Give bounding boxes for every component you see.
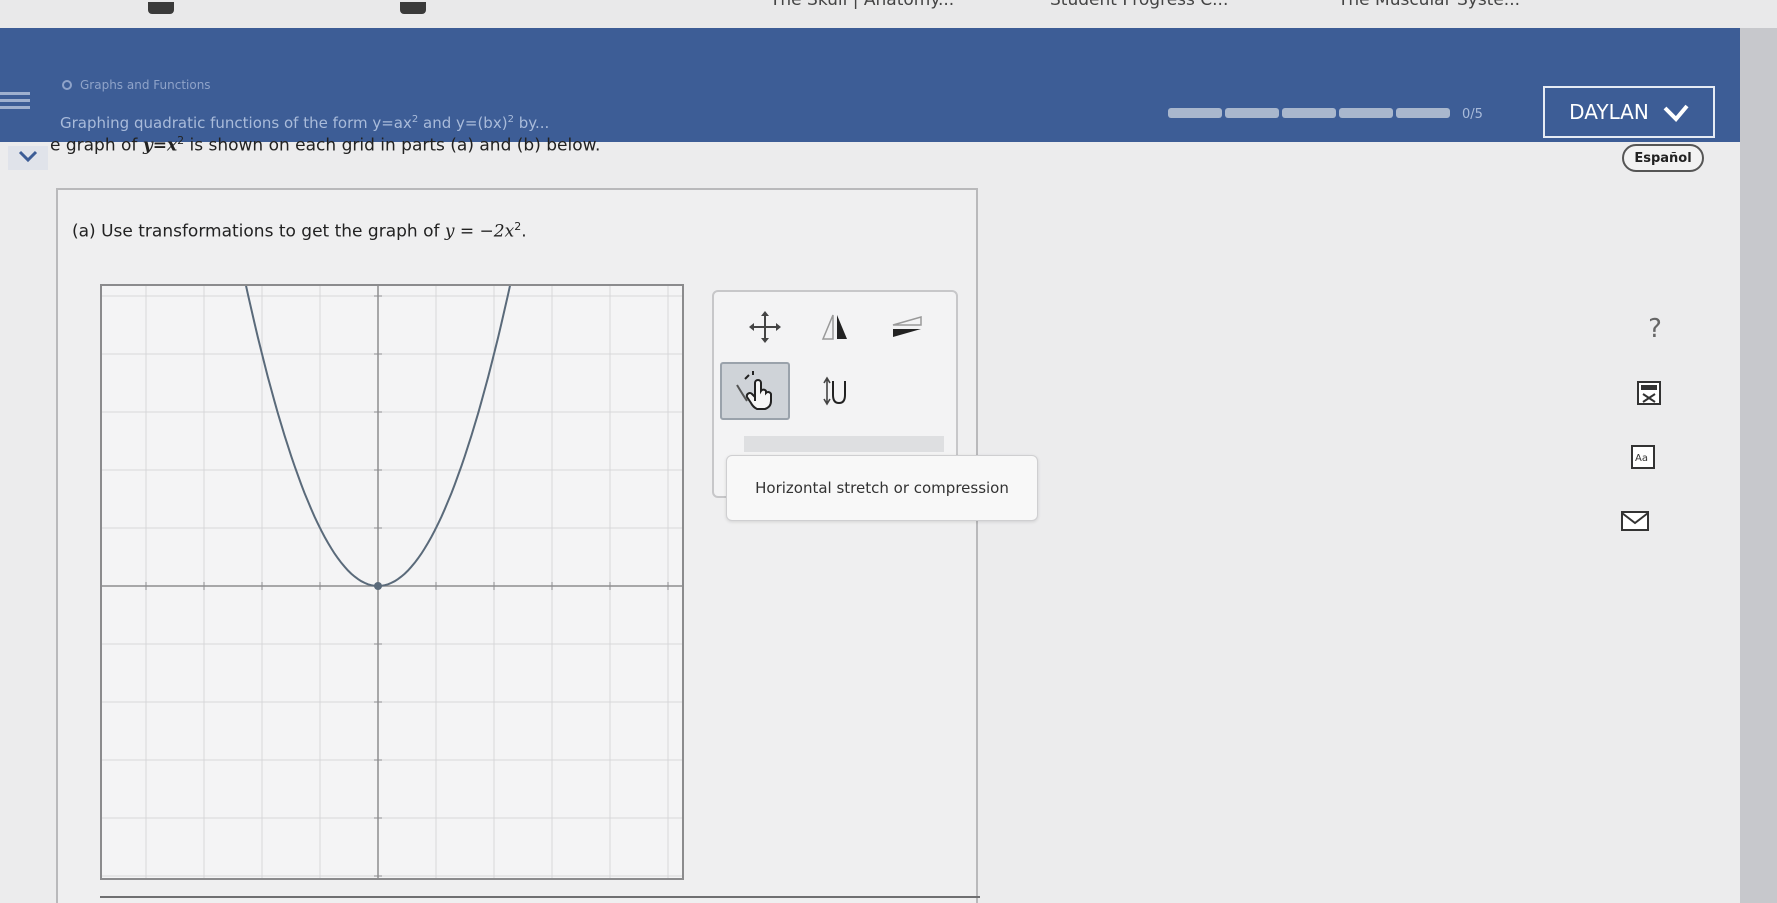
app-header: Graphs and Functions Graphing quadratic …	[0, 28, 1740, 142]
reflect-horizontal-icon	[821, 314, 847, 340]
graph-canvas[interactable]	[100, 284, 684, 880]
horizontal-stretch-tool[interactable]	[720, 362, 790, 420]
progress-text: 0/5	[1462, 107, 1483, 122]
bookmark-student-progress[interactable]: Student Progress C...	[1050, 0, 1228, 10]
part-a-text: (a) Use transformations to get the graph…	[72, 221, 445, 242]
move-icon	[749, 311, 781, 343]
question-intro: e graph of y=x2 is shown on each grid in…	[50, 134, 600, 156]
progress-segment	[1396, 108, 1450, 118]
circle-icon	[62, 80, 72, 90]
chevron-down-icon	[1663, 104, 1689, 122]
reflect-vertical-icon	[892, 316, 922, 337]
mail-icon[interactable]	[1620, 506, 1650, 536]
collapse-icon[interactable]	[8, 146, 48, 170]
progress-segment	[1225, 108, 1279, 118]
topic-title-part: and y=(bx)	[418, 114, 508, 132]
tool-row-divider	[744, 436, 944, 452]
progress-segment	[1168, 108, 1222, 118]
bookmark-icon	[400, 2, 426, 14]
svg-text:Aa: Aa	[1635, 453, 1648, 464]
graph-svg[interactable]	[102, 286, 682, 878]
horizontal-reflect-tool[interactable]	[800, 298, 870, 356]
part-a-prompt: (a) Use transformations to get the graph…	[72, 220, 527, 242]
vertical-stretch-icon	[823, 376, 846, 406]
bookmarks-bar: The Skull | Anatomy... Student Progress …	[0, 0, 1777, 28]
topic-title-part: by...	[513, 114, 550, 132]
espanol-button[interactable]: Español	[1622, 144, 1704, 172]
progress-segment	[1339, 108, 1393, 118]
breadcrumb-label: Graphs and Functions	[80, 78, 211, 92]
progress-bar	[1168, 108, 1450, 118]
topic-title: Graphing quadratic functions of the form…	[60, 114, 549, 132]
menu-icon[interactable]	[0, 88, 30, 112]
part-a-text: .	[521, 221, 527, 242]
help-icon[interactable]: ?	[1640, 314, 1670, 344]
tool-tooltip: Horizontal stretch or compression	[726, 455, 1038, 521]
intro-math: y=x	[142, 135, 178, 156]
hand-pointer-icon	[736, 371, 772, 410]
user-name: DAYLAN	[1569, 100, 1649, 124]
bookmark-skull[interactable]: The Skull | Anatomy...	[770, 0, 954, 10]
progress-segment	[1282, 108, 1336, 118]
vertex-point	[374, 582, 382, 590]
vertical-stretch-tool[interactable]	[800, 362, 870, 420]
divider	[100, 896, 980, 898]
breadcrumb: Graphs and Functions	[62, 78, 211, 92]
page-edge	[1740, 28, 1777, 903]
topic-title-part: Graphing quadratic functions of the form…	[60, 114, 412, 132]
intro-text: is shown on each grid in parts (a) and (…	[184, 135, 601, 156]
intro-text: e graph of	[50, 135, 143, 156]
bookmark-icon	[148, 2, 174, 14]
text-size-icon[interactable]: Aa	[1628, 442, 1658, 472]
calculator-icon[interactable]	[1634, 378, 1664, 408]
move-tool[interactable]	[730, 298, 800, 356]
vertical-reflect-tool[interactable]	[872, 298, 942, 356]
bookmark-muscular-system[interactable]: The Muscular Syste...	[1338, 0, 1520, 10]
user-menu-button[interactable]: DAYLAN	[1543, 86, 1715, 138]
part-a-math: y = −2x	[444, 221, 515, 242]
